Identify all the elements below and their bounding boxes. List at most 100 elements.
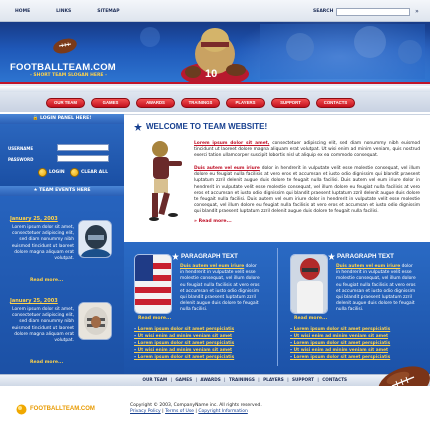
- username-field[interactable]: [57, 144, 109, 151]
- star-icon: [134, 123, 142, 131]
- welcome-paragraph-2: Duis autem vel eum iriure dolor in hendr…: [194, 166, 420, 216]
- nav-awards[interactable]: AWARDS: [136, 98, 175, 108]
- search-input[interactable]: [336, 8, 410, 16]
- paragraph-title: PARAGRAPH TEXT: [181, 253, 238, 260]
- football-icon: [53, 38, 77, 54]
- footer-logo[interactable]: FOOTBALLTEAM.COM: [30, 406, 95, 412]
- paragraph-text: Duis autem vel eum iriure dolor in hendr…: [180, 264, 260, 314]
- player-image: [149, 141, 182, 221]
- login-bullet-icon: [38, 168, 47, 177]
- paragraph-read-more[interactable]: Read more...: [138, 316, 171, 321]
- nav-trainings[interactable]: TRAININGS: [181, 98, 220, 108]
- events-title-text: TEAM EVENTS HERE: [39, 188, 91, 193]
- paragraph-section: PARAGRAPH TEXT Duis autem vel eum iriure…: [124, 242, 430, 374]
- nav-our-team[interactable]: OUR TEAM: [46, 98, 85, 108]
- nav-games[interactable]: GAMES: [91, 98, 130, 108]
- event-date[interactable]: January 25, 2003: [10, 298, 58, 304]
- event-text: Lorem ipsum dolor sit amet, consectetuer…: [11, 307, 74, 344]
- welcome-lead-2[interactable]: Duis autem vel eum iriure: [194, 166, 260, 171]
- paragraph-lead[interactable]: Duis autem vel eum iriure: [180, 264, 244, 269]
- nav-support[interactable]: SUPPORT: [271, 98, 310, 108]
- welcome-section: WELCOME TO TEAM WEBSITE! Lorem ipsum dol…: [124, 114, 430, 242]
- paragraph-body: dolor in hendrerit in vulputate velit es…: [180, 264, 260, 313]
- page: HOME LINKS SITEMAP SEARCH » 10 FOOTBALLT…: [0, 0, 430, 424]
- event-text: Lorem ipsum dolor sit amet, consectetuer…: [11, 225, 74, 262]
- nav-contacts[interactable]: CONTACTS: [316, 98, 355, 108]
- event-read-more[interactable]: Read more...: [30, 360, 63, 365]
- nav-stripe: [0, 86, 430, 92]
- terms-of-use-link[interactable]: Terms of Use: [165, 409, 194, 414]
- footer-nav-games[interactable]: GAMES: [172, 377, 196, 382]
- footer-nav-support[interactable]: SUPPORT: [289, 377, 318, 382]
- password-field[interactable]: [57, 155, 109, 162]
- paragraph-title: PARAGRAPH TEXT: [337, 253, 394, 260]
- footer-nav-players[interactable]: PLAYERS: [260, 377, 288, 382]
- welcome-paragraph-1: Lorem ipsum dolor sit amet, consectetuer…: [194, 141, 420, 160]
- footer-nav: OUR TEAM | GAMES | AWARDS | TRAININGS | PLAY…: [139, 377, 350, 382]
- privacy-policy-link[interactable]: Privacy Policy: [130, 409, 161, 414]
- nav-players[interactable]: PLAYERS: [226, 98, 265, 108]
- paragraph-body: dolor in hendrerit in vulputate velit es…: [336, 264, 416, 313]
- paragraph-read-more[interactable]: Read more...: [294, 316, 327, 321]
- nav-band: OUR TEAM GAMES AWARDS TRAININGS PLAYERS …: [0, 82, 430, 112]
- footer-nav-bar: OUR TEAM | GAMES | AWARDS | TRAININGS | PLAY…: [0, 374, 430, 386]
- footer-nav-our-team[interactable]: OUR TEAM: [139, 377, 171, 382]
- list-item[interactable]: Lorem ipsum dolor sit amet perspiciatis: [290, 326, 426, 333]
- footer-nav-awards[interactable]: AWARDS: [197, 377, 224, 382]
- header-banner: 10 FOOTBALLTEAM.COM - SHORT TEAM SLOGAN …: [0, 22, 430, 82]
- footer-nav-trainings[interactable]: TRAININGS: [226, 377, 259, 382]
- copyright-block: Copyright © 2003, CompanyName inc. All r…: [130, 403, 262, 416]
- list-item[interactable]: Ut wisi enim ad minim veniam sit amet: [134, 347, 270, 354]
- welcome-read-more[interactable]: » Read more...: [194, 219, 232, 224]
- event-thumbnail: [78, 220, 112, 258]
- top-bar: HOME LINKS SITEMAP SEARCH »: [0, 0, 430, 22]
- search-label: SEARCH: [313, 9, 334, 14]
- login-panel-title: 🔒 LOGIN PANEL HERE!: [0, 114, 124, 124]
- footer: FOOTBALLTEAM.COM Copyright © 2003, Compa…: [0, 386, 430, 424]
- welcome-lead-1[interactable]: Lorem ipsum dolor sit amet,: [194, 141, 269, 146]
- events-title: ★ TEAM EVENTS HERE: [0, 186, 124, 196]
- clear-all-button[interactable]: CLEAR ALL: [81, 170, 108, 175]
- flag-image: [134, 254, 172, 314]
- list-item[interactable]: Lorem ipsum dolor sit amet perspiciatis: [134, 340, 270, 347]
- divider: [277, 248, 278, 366]
- event-date[interactable]: January 25, 2003: [10, 216, 58, 222]
- main-nav: OUR TEAM GAMES AWARDS TRAININGS PLAYERS …: [46, 98, 355, 108]
- welcome-read-more-text[interactable]: Read more...: [199, 219, 232, 224]
- list-item[interactable]: Lorem ipsum dolor sit amet perspiciatis: [290, 340, 426, 347]
- top-link-sitemap[interactable]: SITEMAP: [97, 9, 119, 14]
- paragraph-lead[interactable]: Duis autem vel eum iriure: [336, 264, 400, 269]
- list-item[interactable]: Ut wisi enim ad minim veniam sit amet: [290, 347, 426, 354]
- left-column: 🔒 LOGIN PANEL HERE! USERNAME PASSWORD LO…: [0, 114, 124, 396]
- site-slogan: - SHORT TEAM SLOGAN HERE -: [30, 73, 107, 78]
- football-bullet-icon: [16, 404, 27, 415]
- event-thumbnail: [78, 302, 112, 340]
- search-go-button[interactable]: »: [412, 8, 422, 16]
- star-icon: [328, 253, 335, 260]
- footer-sep: |: [195, 409, 197, 415]
- site-logo[interactable]: FOOTBALLTEAM.COM: [10, 62, 116, 73]
- footer-nav-contacts[interactable]: CONTACTS: [319, 377, 351, 382]
- list-item[interactable]: Lorem ipsum dolor sit amet perspiciatis: [290, 354, 426, 361]
- top-link-links[interactable]: LINKS: [56, 9, 71, 14]
- paragraph-text: Duis autem vel eum iriure dolor in hendr…: [336, 264, 416, 314]
- paragraph-links: Lorem ipsum dolor sit amet perspiciatis …: [134, 326, 270, 361]
- list-item[interactable]: Ut wisi enim ad minim veniam sit amet: [290, 333, 426, 340]
- list-item[interactable]: Lorem ipsum dolor sit amet perspiciatis: [134, 354, 270, 361]
- welcome-text-2: dolor in hendrerit in vulputate velit es…: [194, 166, 420, 215]
- footer-sep: |: [162, 409, 164, 415]
- player-photo: [290, 254, 328, 314]
- list-item[interactable]: Ut wisi enim ad minim veniam sit amet: [134, 333, 270, 340]
- star-icon: [172, 253, 179, 260]
- login-button[interactable]: LOGIN: [49, 170, 65, 175]
- footer-links: Privacy Policy | Terms of Use | Copyrigh…: [130, 409, 262, 415]
- username-label: USERNAME: [8, 146, 34, 151]
- team-events: ★ TEAM EVENTS HERE January 25, 2003 Lore…: [0, 186, 124, 396]
- clear-bullet-icon: [70, 168, 79, 177]
- login-title-text: LOGIN PANEL HERE!: [39, 116, 92, 121]
- event-read-more[interactable]: Read more...: [30, 278, 63, 283]
- copyright-info-link[interactable]: Copyright Information: [198, 409, 247, 414]
- top-link-home[interactable]: HOME: [15, 9, 30, 14]
- list-item[interactable]: Lorem ipsum dolor sit amet perspiciatis: [134, 326, 270, 333]
- paragraph-links: Lorem ipsum dolor sit amet perspiciatis …: [290, 326, 426, 361]
